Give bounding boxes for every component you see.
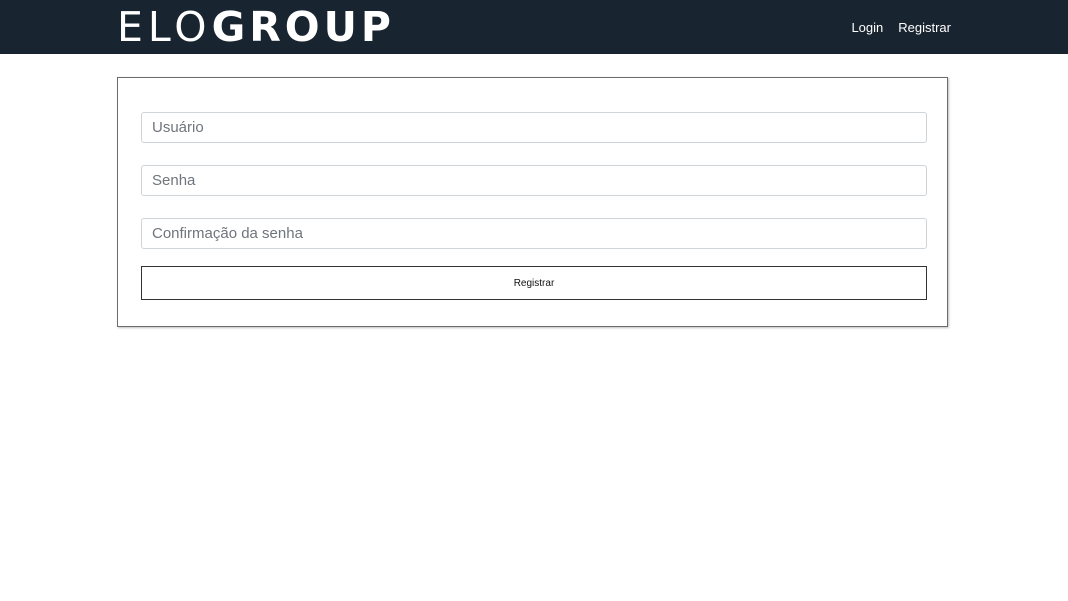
logo-text-light: ELO <box>117 3 212 51</box>
elogroup-logo[interactable]: ELOGROUP <box>117 6 395 48</box>
register-button[interactable]: Registrar <box>141 266 927 300</box>
nav-login-link[interactable]: Login <box>851 20 883 35</box>
nav-register-link[interactable]: Registrar <box>898 20 951 35</box>
username-input[interactable] <box>141 112 927 143</box>
header-nav: Login Registrar <box>851 0 951 54</box>
password-input[interactable] <box>141 165 927 196</box>
top-navbar: ELOGROUP Login Registrar <box>0 0 1068 54</box>
password-confirm-input[interactable] <box>141 218 927 249</box>
register-form-card: Registrar <box>117 77 948 327</box>
logo-text-bold: GROUP <box>211 3 395 51</box>
